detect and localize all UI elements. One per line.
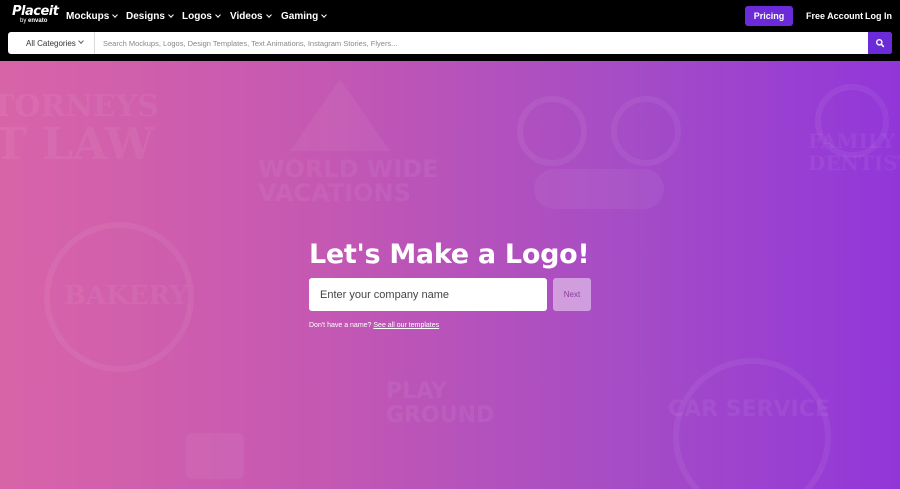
see-all-templates-link[interactable]: See all our templates	[373, 322, 439, 329]
nav-label: Logos	[182, 10, 212, 22]
nav-gaming[interactable]: Gaming	[281, 0, 328, 32]
logo-wordmark: Placeit	[12, 4, 59, 19]
hero-title: Let's Make a Logo!	[309, 239, 590, 270]
search-button[interactable]	[868, 32, 892, 54]
search-box: All Categories	[8, 32, 892, 54]
login-link[interactable]: Log In	[865, 0, 892, 32]
nav-logos[interactable]: Logos	[182, 0, 221, 32]
nav-label: Mockups	[66, 10, 110, 22]
chevron-down-icon	[265, 11, 272, 18]
hero-section: TORNEYS T LAW WORLD WIDE VACATIONS BAKER…	[0, 61, 900, 489]
chevron-down-icon	[78, 38, 84, 44]
nav-videos[interactable]: Videos	[230, 0, 272, 32]
company-name-input[interactable]	[309, 278, 547, 311]
nav-mockups[interactable]: Mockups	[66, 0, 119, 32]
nav-designs[interactable]: Designs	[126, 0, 174, 32]
top-navbar: Placeit by envato Mockups Designs Logos …	[0, 0, 900, 32]
category-select[interactable]: All Categories	[8, 32, 95, 54]
pricing-button[interactable]: Pricing	[745, 6, 793, 26]
chevron-down-icon	[215, 11, 221, 18]
help-text: Don't have a name? See all our templates	[309, 322, 439, 329]
search-icon	[876, 39, 885, 48]
chevron-down-icon	[112, 11, 119, 18]
nav-label: Videos	[230, 10, 263, 22]
placeit-logo[interactable]: Placeit by envato	[12, 5, 59, 27]
category-select-label: All Categories	[26, 38, 76, 48]
chevron-down-icon	[321, 11, 328, 18]
nav-label: Gaming	[281, 10, 319, 22]
help-question: Don't have a name?	[309, 322, 372, 329]
chevron-down-icon	[168, 11, 174, 18]
background-logo-shapes	[44, 79, 889, 489]
nav-label: Designs	[126, 10, 165, 22]
free-account-link[interactable]: Free Account	[806, 0, 863, 32]
search-input[interactable]	[103, 32, 873, 54]
logo-byline: by envato	[20, 18, 48, 24]
search-bar-row: All Categories	[0, 32, 900, 61]
next-button[interactable]: Next	[553, 278, 591, 311]
